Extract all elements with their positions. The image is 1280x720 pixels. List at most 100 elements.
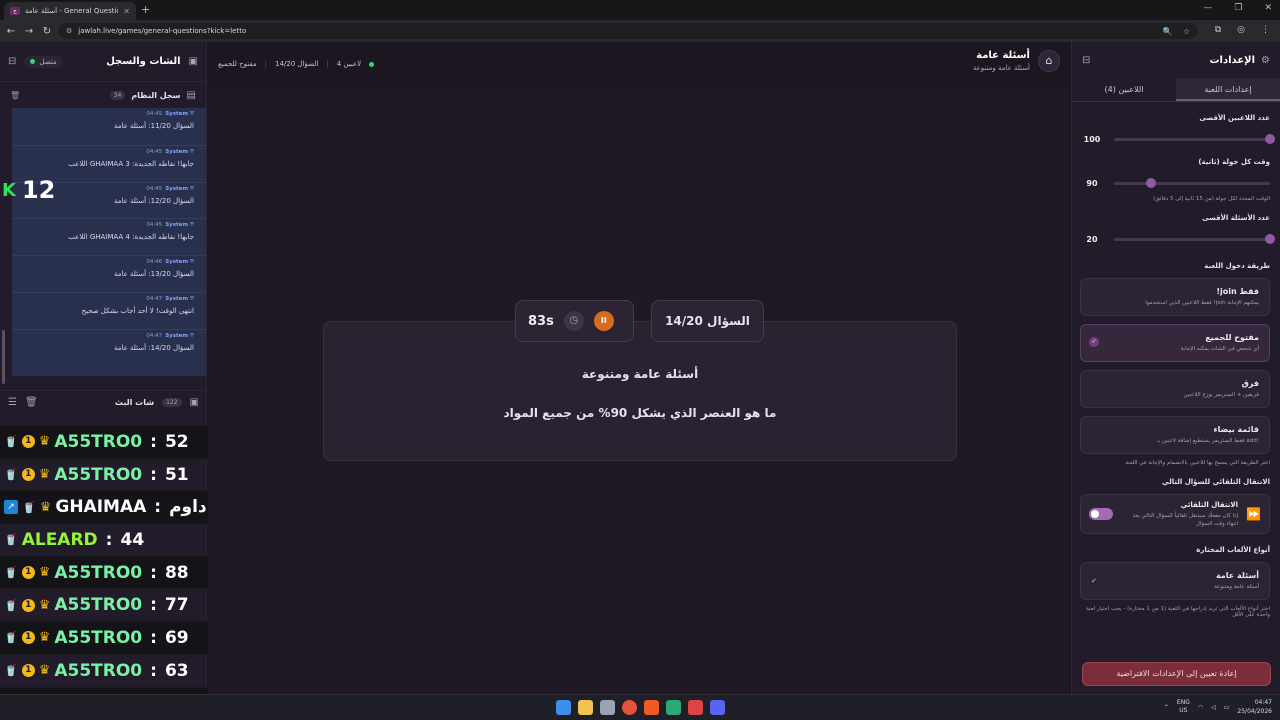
overlay-username: A55TRO0 xyxy=(54,431,143,452)
entry-option-desc: فقط اللاعبين الذين استخدموا !join يمكنهم… xyxy=(1145,300,1259,306)
minimize-icon[interactable]: — xyxy=(1203,3,1212,13)
message-time: 04:47 xyxy=(146,295,163,302)
auto-next-toggle[interactable] xyxy=(1089,508,1113,520)
game-type-card[interactable]: ✔ أسئلة عامة أسئلة عامة ومتنوعة xyxy=(1080,562,1270,600)
settings-header: ⊟ الإعدادات ⚙ xyxy=(1072,42,1280,78)
system-log-message: 04:45 System ⛨ السؤال 11/20: أسئلة عامة xyxy=(12,108,206,145)
entry-hint: اختر الطريقة التي يسمح بها للاعبين بالان… xyxy=(1125,460,1270,466)
language-indicator[interactable]: ENG US xyxy=(1177,699,1190,715)
clock[interactable]: 04:47 25/04/2026 xyxy=(1237,698,1272,716)
reload-icon[interactable]: ↻ xyxy=(40,26,54,37)
shield-icon: ⛨ xyxy=(189,332,194,339)
players-count: 4 لاعبين xyxy=(336,60,362,68)
auto-next-label: الانتقال التلقائي للسؤال التالي xyxy=(1162,478,1270,486)
entry-option-title: !join فقط xyxy=(1216,287,1259,296)
log-scrollbar[interactable] xyxy=(2,330,5,384)
clear-chat-icon[interactable]: 🗑 xyxy=(25,397,38,408)
overlay-separator: : xyxy=(150,627,157,648)
max-players-slider[interactable] xyxy=(1114,133,1275,144)
entry-option[interactable]: !join فقط فقط اللاعبين الذين استخدموا !jo… xyxy=(1080,278,1270,316)
slider-thumb[interactable] xyxy=(1265,133,1275,144)
site-info-icon[interactable]: ⚙ xyxy=(66,27,72,35)
system-log-header[interactable]: 🗑 34 سجل النظام ▤ xyxy=(0,82,206,108)
crown-badge-icon: ♛ xyxy=(38,565,51,581)
round-time-slider[interactable] xyxy=(1114,177,1270,188)
clear-log-icon[interactable]: 🗑 xyxy=(10,91,20,100)
reset-defaults-button[interactable]: إعادة تعيين إلى الإعدادات الافتراضية xyxy=(1082,662,1271,686)
round-time-hint: الوقت المحدد لكل جولة (من 15 ثانية إلى 5… xyxy=(1153,196,1270,202)
chevron-up-icon[interactable]: ⌃ xyxy=(1164,704,1169,711)
brave-icon[interactable] xyxy=(644,700,659,715)
message-time: 04:45 xyxy=(146,148,163,155)
opera-icon[interactable] xyxy=(688,700,703,715)
entry-option[interactable]: قائمة بيضاء فقط الستريمر يستطيع إضافة لاع… xyxy=(1080,416,1270,454)
shield-icon: ⛨ xyxy=(189,295,194,302)
overlay-separator: : xyxy=(150,431,157,452)
crown-badge-icon: ♛ xyxy=(38,467,51,483)
discord-icon[interactable] xyxy=(710,700,725,715)
collapse-settings-icon[interactable]: ⊟ xyxy=(1082,55,1090,66)
entry-option-title: مفتوح للجميع xyxy=(1205,333,1259,342)
connection-status-text: متصل xyxy=(39,57,57,66)
settings-panel: ⊟ الإعدادات ⚙ اللاعبين (4) إعدادات اللعب… xyxy=(1071,42,1280,694)
pause-button[interactable]: II xyxy=(593,311,614,331)
timer-box: 83s ◷ II xyxy=(515,300,634,342)
battery-icon[interactable]: ▭ xyxy=(1224,704,1230,711)
volume-icon[interactable]: ◁ xyxy=(1211,704,1216,711)
chrome-icon[interactable] xyxy=(622,700,637,715)
arrow-badge-icon: ↗ xyxy=(4,500,18,515)
selected-check-icon: ✓ xyxy=(1089,337,1099,347)
restore-icon[interactable]: ❐ xyxy=(1234,3,1242,13)
collapse-panel-icon[interactable]: ⊟ xyxy=(8,56,16,67)
browser-tab[interactable]: ج أسئلة عامة - General Questions ✕ xyxy=(4,2,136,20)
shield-icon: ⛨ xyxy=(189,259,194,266)
game-header: مفتوح للجميع | السؤال 14/20 | 4 لاعبين أ… xyxy=(208,42,1070,88)
tab-game-settings[interactable]: إعدادات اللعبة xyxy=(1176,78,1280,101)
tab-players[interactable]: اللاعبين (4) xyxy=(1072,78,1176,101)
overlay-username: A55TRO0 xyxy=(54,627,143,648)
overlay-username: A55TRO0 xyxy=(54,562,143,583)
overlay-separator: : xyxy=(150,464,157,485)
message-text: اللاعب GHAIMAA جابها! نقاطه الجديدة: 3 xyxy=(68,159,194,168)
zoom-icon[interactable]: 🔍 xyxy=(1163,27,1173,36)
new-tab-button[interactable]: + xyxy=(141,3,150,16)
entry-option[interactable]: ✓ مفتوح للجميع أي شخص في الشات يمكنه الإجا… xyxy=(1080,324,1270,362)
message-meta: 04:47 System ⛨ xyxy=(12,296,194,303)
connection-status: متصل xyxy=(24,55,63,68)
calculator-icon[interactable] xyxy=(600,700,615,715)
round-time-label: وقت كل جولة (ثانية) xyxy=(1198,158,1270,166)
mode-label: مفتوح للجميع xyxy=(218,60,257,68)
browser-toolbar: ← → ↻ ⚙ jawlah.live/games/general-questi… xyxy=(0,20,1280,42)
address-bar[interactable]: ⚙ jawlah.live/games/general-questions?ki… xyxy=(58,23,1198,39)
file-explorer-icon[interactable] xyxy=(578,700,593,715)
filter-icon[interactable]: ☰ xyxy=(8,397,17,408)
entry-option-title: فرق xyxy=(1241,379,1259,388)
close-window-icon[interactable]: ✕ xyxy=(1264,3,1272,13)
browser-actions: ⧉ ◎ ⋮ xyxy=(1215,25,1270,35)
wifi-icon[interactable]: ◠ xyxy=(1198,704,1203,711)
close-tab-icon[interactable]: ✕ xyxy=(123,7,130,16)
entry-option-title: قائمة بيضاء xyxy=(1213,425,1260,434)
game-title-block: أسئلة عامة أسئلة عامة ومتنوعة ⌂ xyxy=(973,50,1060,72)
back-icon[interactable]: ← xyxy=(4,26,18,37)
forward-icon[interactable]: → xyxy=(22,26,36,37)
rank-one-badge-icon: 1 xyxy=(21,468,35,482)
stream-chat-count: 122 xyxy=(162,398,182,407)
slider-thumb[interactable] xyxy=(1146,177,1157,188)
cup-badge-icon: 🥤 xyxy=(4,468,18,482)
home-button[interactable]: ⌂ xyxy=(1038,50,1060,72)
cup-badge-icon: 🥤 xyxy=(4,664,18,678)
favicon-icon: ج xyxy=(10,7,20,15)
menu-icon[interactable]: ⋮ xyxy=(1261,25,1270,35)
message-sender: System xyxy=(165,295,189,302)
max-questions-slider[interactable] xyxy=(1114,233,1275,244)
start-icon[interactable] xyxy=(556,700,571,715)
slider-thumb[interactable] xyxy=(1265,233,1275,244)
entry-option[interactable]: فرق فريقين + الستريمر يوزع اللاعبين xyxy=(1080,370,1270,408)
checkbox-icon[interactable]: ✔ xyxy=(1091,577,1097,585)
bookmark-star-icon[interactable]: ☆ xyxy=(1183,27,1190,36)
extensions-icon[interactable]: ⧉ xyxy=(1215,25,1221,35)
profile-icon[interactable]: ◎ xyxy=(1237,25,1245,35)
app-icon[interactable] xyxy=(666,700,681,715)
overlay-message: 52 xyxy=(164,431,189,452)
